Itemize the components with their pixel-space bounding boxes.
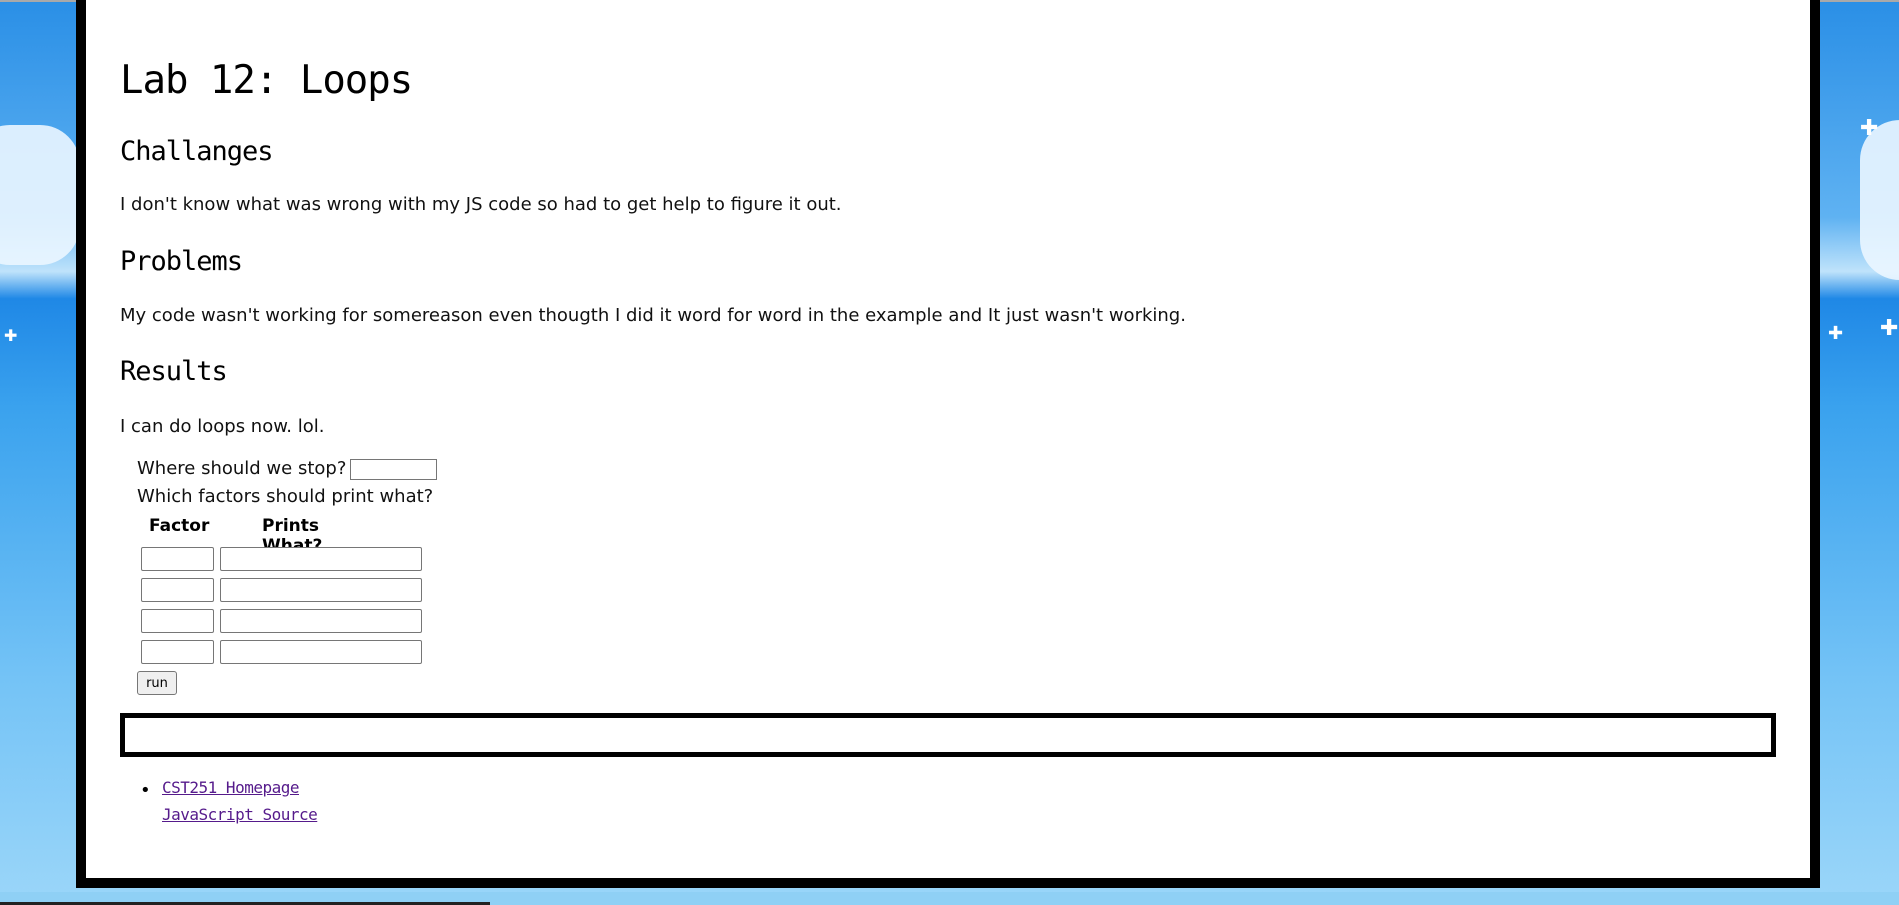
background-cloud — [1860, 120, 1899, 280]
problems-heading: Problems — [120, 246, 243, 277]
background-cloud — [0, 125, 80, 265]
factor-input[interactable] — [141, 640, 214, 664]
prints-input[interactable] — [220, 640, 422, 664]
factor-input[interactable] — [141, 578, 214, 602]
factors-label: Which factors should print what? — [137, 486, 434, 507]
prints-input[interactable] — [220, 609, 422, 633]
challenges-text: I don't know what was wrong with my JS c… — [120, 194, 842, 215]
sparkle-icon: ✚ — [4, 326, 18, 345]
factor-input[interactable] — [141, 609, 214, 633]
stop-label: Where should we stop? — [137, 458, 347, 479]
challenges-heading: Challanges — [120, 136, 274, 167]
page-container: Lab 12: Loops Challanges I don't know wh… — [76, 0, 1820, 888]
list-bullet: • — [140, 780, 151, 801]
bottom-strip — [0, 892, 1899, 905]
prints-input[interactable] — [220, 547, 422, 571]
run-button[interactable]: run — [137, 671, 177, 695]
sparkle-icon: ✚ — [1860, 116, 1879, 141]
factor-column-header: Factor — [149, 516, 210, 536]
results-heading: Results — [120, 356, 228, 387]
factor-input[interactable] — [141, 547, 214, 571]
page-title: Lab 12: Loops — [120, 58, 413, 103]
results-text: I can do loops now. lol. — [120, 416, 325, 437]
javascript-source-link[interactable]: JavaScript Source — [162, 805, 318, 824]
problems-text: My code wasn't working for somereason ev… — [120, 305, 1186, 326]
sparkle-icon: ✚ — [1880, 316, 1899, 341]
output-box — [120, 713, 1776, 757]
stop-input[interactable] — [350, 459, 437, 480]
homepage-link[interactable]: CST251 Homepage — [162, 778, 300, 797]
prints-input[interactable] — [220, 578, 422, 602]
sparkle-icon: ✚ — [1828, 323, 1844, 344]
